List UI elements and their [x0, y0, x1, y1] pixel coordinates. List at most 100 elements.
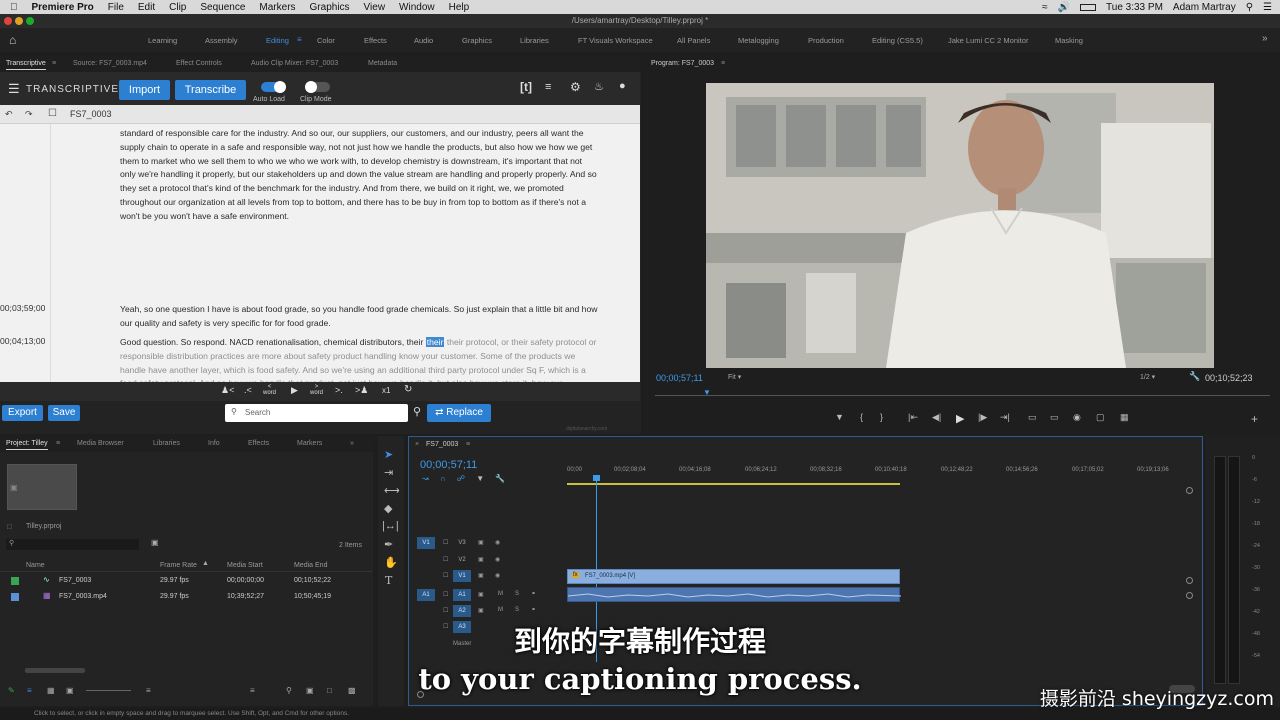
tab-metadata[interactable]: Metadata — [368, 60, 397, 67]
redo-icon[interactable]: ↷ — [25, 109, 33, 120]
zoom-window-button[interactable] — [26, 17, 34, 25]
search-go-icon[interactable]: ⚲ — [413, 405, 421, 418]
tab-markers[interactable]: Markers — [297, 440, 322, 447]
track-eye-icon[interactable]: ◉ — [495, 556, 500, 563]
vr-video-icon[interactable]: ▦ — [1120, 412, 1129, 423]
search-field[interactable]: ⚲ Search — [225, 404, 408, 422]
workspace-learning[interactable]: Learning — [148, 36, 177, 45]
tab-program[interactable]: Program: FS7_0003 — [651, 60, 714, 67]
work-area-bar[interactable] — [567, 483, 900, 485]
vertical-zoom-handle[interactable] — [1186, 592, 1193, 599]
close-sequence-icon[interactable]: × — [415, 441, 419, 448]
workspace-overflow-icon[interactable]: » — [1262, 33, 1268, 44]
mark-in-icon[interactable]: { — [860, 412, 863, 422]
timeline-settings-wrench-icon[interactable]: 🔧 — [495, 474, 505, 483]
track-sync-icon[interactable]: ▣ — [478, 539, 484, 546]
panel-menu-icon[interactable]: ≡ — [52, 60, 56, 67]
label-color-swatch[interactable] — [11, 593, 19, 601]
menu-edit[interactable]: Edit — [138, 2, 155, 13]
go-to-out-icon[interactable]: ⇥| — [1000, 412, 1010, 423]
list-icon[interactable]: ≡ — [545, 81, 551, 93]
vertical-zoom-handle[interactable] — [1186, 487, 1193, 494]
time-ruler[interactable]: 00;00 00;02;08;04 00;04;16;08 00;06;24;1… — [567, 463, 1197, 485]
workspace-masking[interactable]: Masking — [1055, 36, 1083, 45]
track-eye-icon[interactable]: ◉ — [495, 572, 500, 579]
close-window-button[interactable] — [4, 17, 12, 25]
program-video-frame[interactable] — [706, 83, 1214, 368]
source-patch-v1[interactable]: V1 — [417, 537, 435, 549]
tab-media-browser[interactable]: Media Browser — [77, 440, 124, 447]
current-word-highlight[interactable]: their — [425, 337, 445, 347]
button-editor-plus-icon[interactable]: + — [1251, 412, 1258, 426]
extract-icon[interactable]: ▭ — [1050, 412, 1059, 423]
wifi-icon[interactable]: ≈ — [1042, 2, 1048, 13]
column-media-start[interactable]: Media Start — [227, 562, 263, 569]
tab-audio-clip-mixer[interactable]: Audio Clip Mixer: FS7_0003 — [251, 60, 338, 67]
mark-out-icon[interactable]: } — [880, 412, 883, 422]
workspace-production[interactable]: Production — [808, 36, 844, 45]
workspace-graphics[interactable]: Graphics — [462, 36, 492, 45]
type-tool-icon[interactable]: T — [385, 574, 392, 587]
sync-refresh-icon[interactable]: ↻ — [404, 384, 412, 395]
hamburger-menu-icon[interactable]: ☰ — [8, 81, 20, 97]
play-icon[interactable]: ▶ — [291, 385, 298, 396]
tab-source[interactable]: Source: FS7_0003.mp4 — [73, 60, 147, 67]
snap-magnet-icon[interactable]: ∩ — [440, 474, 446, 483]
track-v3[interactable]: V3 — [453, 537, 471, 549]
program-scrubber[interactable] — [655, 395, 1270, 396]
razor-tool-icon[interactable]: ◆ — [384, 502, 392, 515]
go-to-in-icon[interactable]: |⇤ — [908, 412, 918, 423]
table-row[interactable]: ∿ FS7_0003 29.97 fps 00;00;00;00 00;10;5… — [0, 574, 373, 589]
workspace-libraries[interactable]: Libraries — [520, 36, 549, 45]
slip-tool-icon[interactable]: |↔| — [382, 520, 399, 532]
track-v1[interactable]: V1 — [453, 570, 471, 582]
next-word-button[interactable]: > word — [310, 384, 323, 396]
transcript-paragraph-2[interactable]: Yeah, so one question I have is about fo… — [120, 303, 600, 331]
table-row[interactable]: ▦ FS7_0003.mp4 29.97 fps 10;39;52;27 10;… — [0, 590, 373, 605]
menu-clock[interactable]: Tue 3:33 PM — [1106, 2, 1163, 13]
fit-dropdown[interactable]: Fit ▾ — [728, 373, 741, 381]
tab-libraries[interactable]: Libraries — [153, 440, 180, 447]
playback-speed[interactable]: x1 — [382, 386, 390, 395]
playhead-marker[interactable]: ▼ — [703, 388, 711, 397]
search-icon[interactable]: ⚲ — [1246, 2, 1253, 13]
track-a1[interactable]: A1 — [453, 589, 471, 601]
replace-button[interactable]: ⇄ Replace — [427, 404, 491, 422]
sequence-menu-icon[interactable]: ≡ — [466, 441, 470, 448]
paragraph-timecode-3[interactable]: 00;04;13;00 — [0, 336, 45, 346]
undo-icon[interactable]: ↶ — [5, 109, 13, 120]
playhead-head[interactable] — [593, 475, 600, 481]
track-lock-icon[interactable]: ☐ — [443, 591, 448, 598]
column-media-end[interactable]: Media End — [294, 562, 327, 569]
home-icon[interactable]: ⌂ — [9, 33, 16, 47]
menu-user[interactable]: Adam Martray — [1173, 2, 1236, 13]
add-marker-icon[interactable]: ▼ — [835, 412, 844, 422]
paragraph-timecode-2[interactable]: 00;03;59;00 — [0, 303, 45, 313]
track-lock-icon[interactable]: ☐ — [443, 607, 448, 614]
menu-app-name[interactable]: Premiere Pro — [32, 2, 94, 13]
menu-clip[interactable]: Clip — [169, 2, 186, 13]
workspace-all-panels[interactable]: All Panels — [677, 36, 710, 45]
project-search-input[interactable]: ⚲ — [6, 539, 139, 550]
workspace-effects[interactable]: Effects — [364, 36, 387, 45]
export-button[interactable]: Export — [2, 405, 43, 421]
track-lock-icon[interactable]: ☐ — [443, 556, 448, 563]
workspace-metalogging[interactable]: Metalogging — [738, 36, 779, 45]
source-patch-a1[interactable]: A1 — [417, 589, 435, 601]
auto-load-toggle[interactable] — [261, 81, 286, 93]
track-sync-icon[interactable]: ▣ — [478, 591, 484, 598]
pen-tool-icon[interactable]: ✒ — [384, 538, 393, 551]
step-back-icon[interactable]: ◀| — [932, 412, 941, 423]
apple-icon[interactable]:  — [10, 2, 18, 13]
track-select-tool-icon[interactable]: ⇥ — [384, 466, 393, 479]
next-speaker-icon[interactable]: >♟ — [355, 385, 368, 396]
speaker-tag-icon[interactable]: [t] — [520, 80, 532, 94]
prev-word-button[interactable]: < word — [263, 384, 276, 396]
linked-selection-icon[interactable]: ☍ — [457, 474, 465, 483]
video-clip[interactable]: fx FS7_0003.mp4 [V] — [567, 569, 900, 584]
tab-project[interactable]: Project: Tilley — [6, 440, 48, 450]
next-sentence-icon[interactable]: >. — [335, 385, 343, 395]
track-sync-icon[interactable]: ▣ — [478, 572, 484, 579]
lift-icon[interactable]: ▭ — [1028, 412, 1037, 423]
menu-sequence[interactable]: Sequence — [200, 2, 245, 13]
